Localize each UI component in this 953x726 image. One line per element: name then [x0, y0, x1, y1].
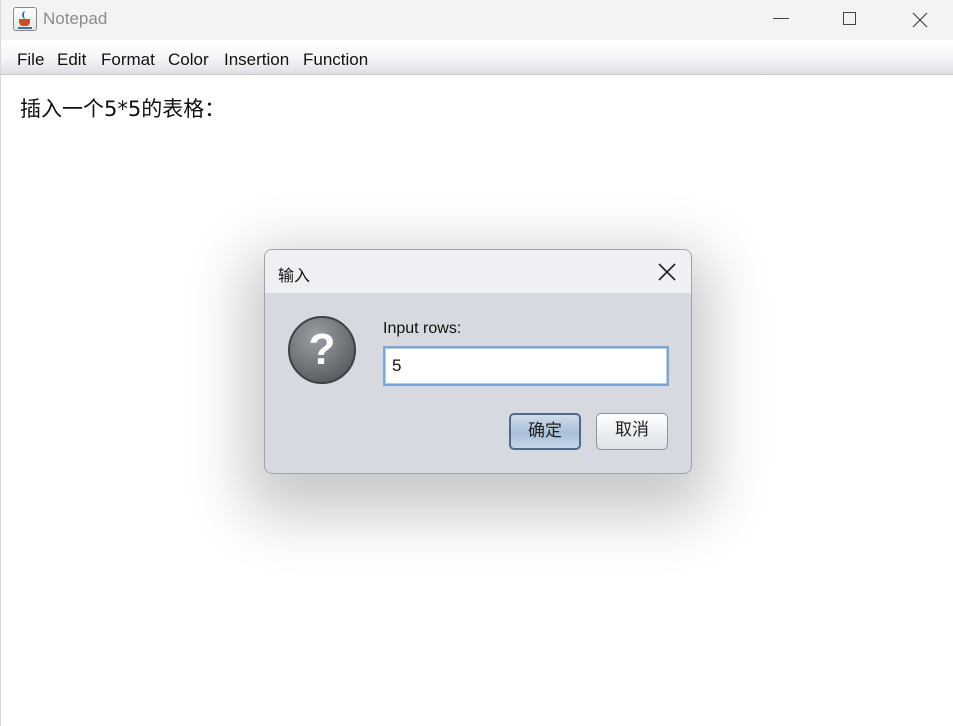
- menu-format[interactable]: Format: [101, 50, 155, 70]
- menu-function[interactable]: Function: [303, 50, 368, 70]
- close-icon: [912, 12, 928, 28]
- notepad-window: Notepad File Edit Format Color Insertion…: [0, 0, 953, 726]
- editor-content: 插入一个5*5的表格：: [20, 97, 226, 121]
- minimize-button[interactable]: [758, 0, 804, 40]
- menu-insertion[interactable]: Insertion: [224, 50, 289, 70]
- dialog-title: 输入: [278, 266, 311, 285]
- window-title: Notepad: [43, 9, 108, 28]
- window-titlebar[interactable]: Notepad: [1, 0, 953, 40]
- menu-file[interactable]: File: [17, 50, 44, 70]
- minimize-icon: [773, 18, 789, 19]
- dialog-close-button[interactable]: [655, 260, 679, 284]
- menu-color[interactable]: Color: [168, 50, 209, 70]
- close-button[interactable]: [897, 0, 943, 40]
- java-cup-icon: [13, 7, 37, 31]
- input-dialog: 输入 ? Input rows: 确定 取消: [264, 249, 692, 474]
- maximize-button[interactable]: [827, 0, 873, 40]
- input-rows-label: Input rows:: [383, 320, 462, 337]
- ok-button[interactable]: 确定: [509, 413, 581, 450]
- menu-edit[interactable]: Edit: [57, 50, 86, 70]
- dialog-titlebar[interactable]: 输入: [265, 250, 691, 293]
- menu-bar: File Edit Format Color Insertion Functio…: [1, 40, 953, 75]
- close-icon: [658, 263, 676, 281]
- cancel-button[interactable]: 取消: [596, 413, 668, 450]
- rows-input[interactable]: [383, 346, 669, 386]
- maximize-icon: [843, 12, 856, 25]
- question-icon: ?: [288, 316, 356, 384]
